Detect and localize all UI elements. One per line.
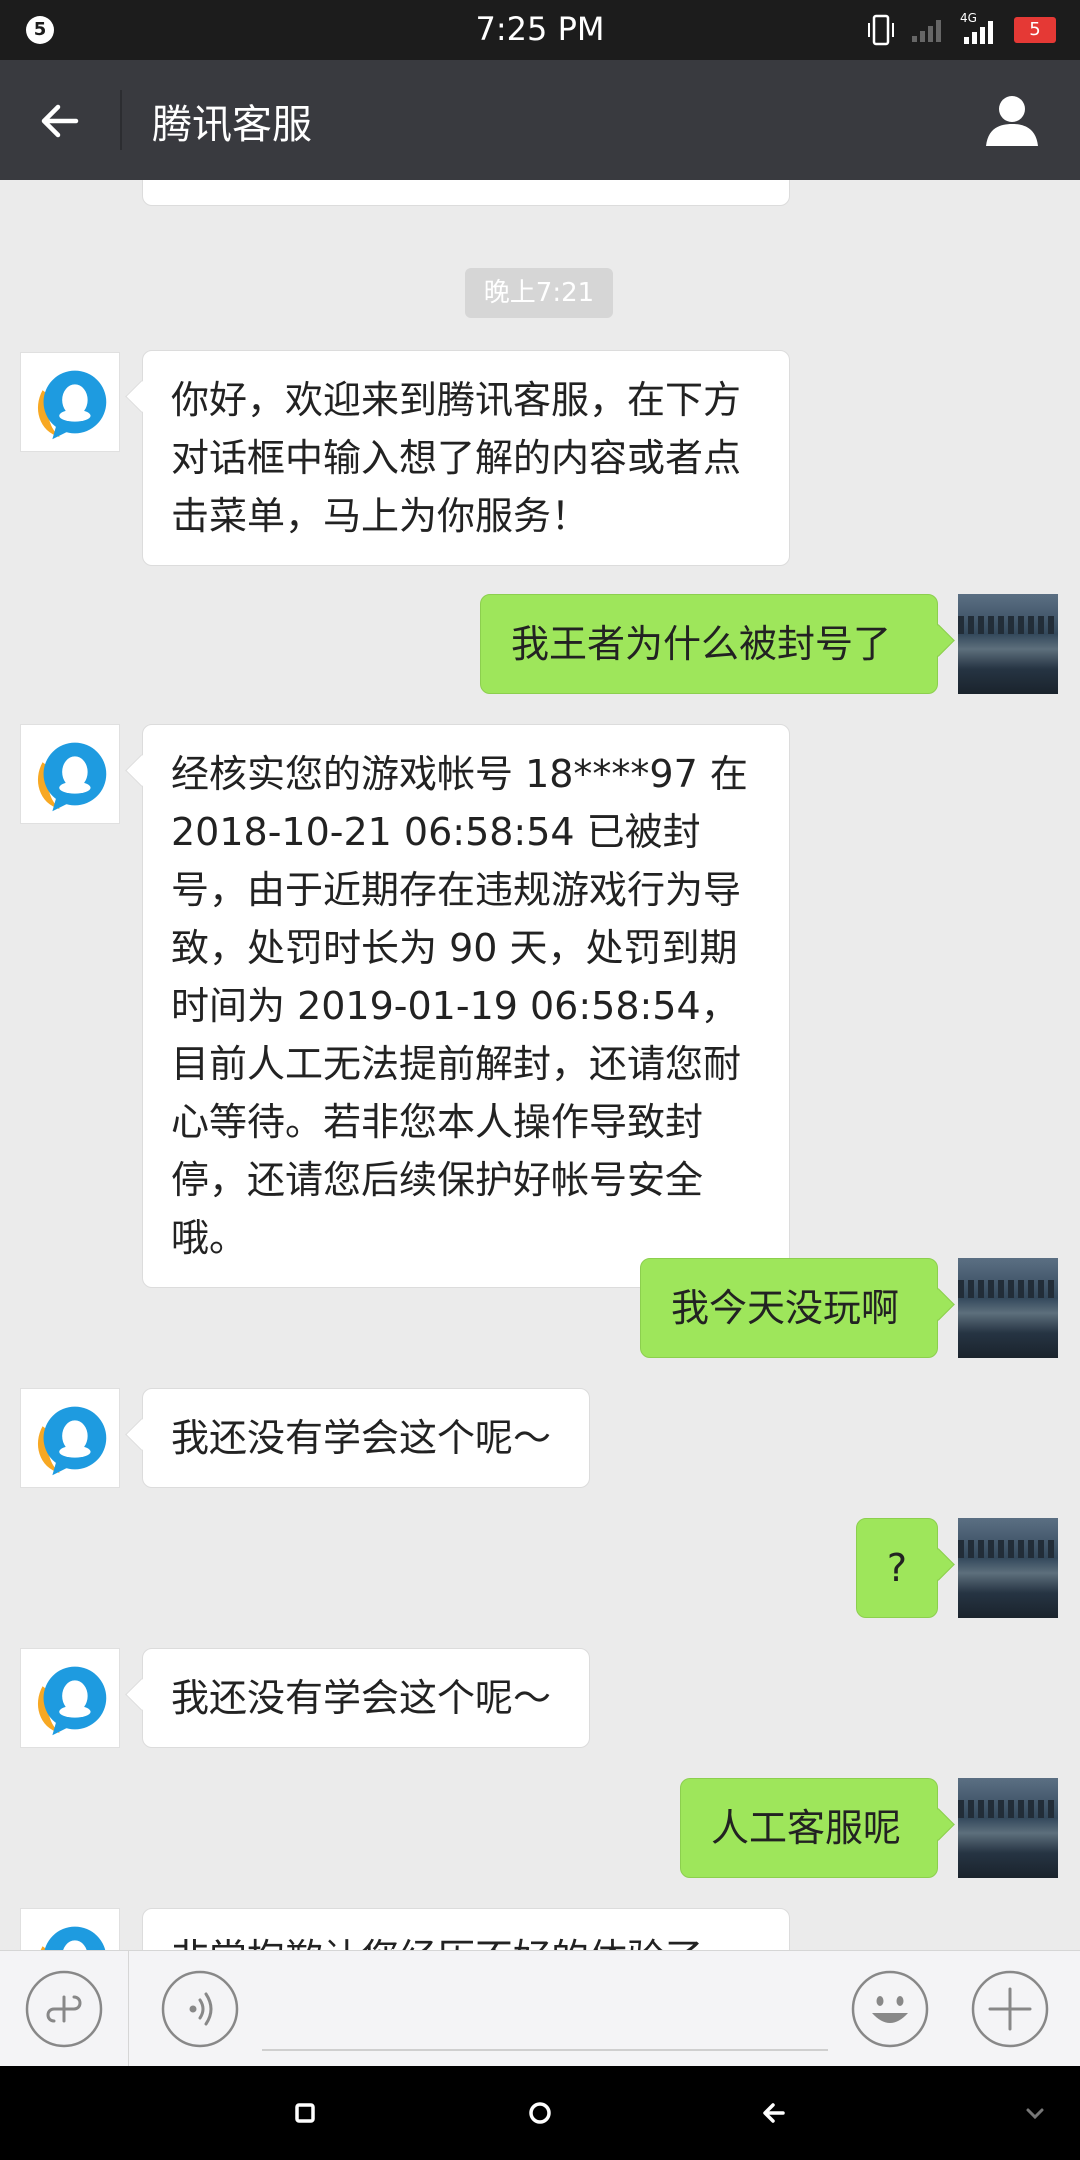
service-message-bubble[interactable]: 非常抱歉让您经历不好的体验了 — [142, 1908, 790, 1950]
service-avatar[interactable] — [20, 352, 120, 452]
status-bar: 5 7:25 PM 4G 5 — [0, 0, 1080, 60]
chat-header: 腾讯客服 — [0, 60, 1080, 180]
service-avatar[interactable] — [20, 724, 120, 824]
service-message-bubble[interactable]: 经核实您的游戏帐号 18****97 在 2018-10-21 06:58:54… — [142, 724, 790, 1288]
qq-logo-icon — [37, 1406, 107, 1476]
home-icon[interactable] — [515, 2088, 565, 2138]
service-avatar[interactable] — [20, 1908, 120, 1950]
qq-logo-icon — [37, 370, 107, 440]
signal-weak-icon — [912, 20, 941, 42]
system-navigation-bar — [0, 2066, 1080, 2160]
voice-icon[interactable] — [160, 1969, 240, 2049]
system-back-icon[interactable] — [750, 2088, 800, 2138]
message-input[interactable] — [262, 2049, 828, 2051]
my-message-bubble[interactable]: 我今天没玩啊 — [640, 1258, 938, 1358]
battery-indicator: 5 — [1014, 17, 1056, 43]
chat-input-bar — [0, 1950, 1080, 2066]
service-message-bubble[interactable]: 我还没有学会这个呢～ — [142, 1388, 590, 1488]
service-avatar[interactable] — [20, 1388, 120, 1488]
my-avatar[interactable] — [958, 594, 1058, 694]
qq-logo-icon — [40, 1926, 106, 1950]
input-divider — [128, 1951, 129, 2066]
my-message-bubble[interactable]: 我王者为什么被封号了 — [480, 594, 938, 694]
person-icon[interactable] — [984, 92, 1040, 148]
plus-icon[interactable] — [970, 1969, 1050, 2049]
signal-4g-icon: 4G — [960, 11, 1000, 45]
service-message-bubble[interactable]: 我还没有学会这个呢～ — [142, 1648, 590, 1748]
recent-apps-icon[interactable] — [280, 2088, 330, 2138]
my-avatar[interactable] — [958, 1778, 1058, 1878]
chat-title: 腾讯客服 — [152, 102, 312, 148]
emoji-icon[interactable] — [850, 1969, 930, 2049]
qq-logo-icon — [37, 1666, 107, 1736]
chat-message-list[interactable]: 晚上7:21 你好，欢迎来到腾讯客服，在下方对话框中输入想了解的内容或者点击菜单… — [0, 180, 1080, 1950]
back-arrow-icon[interactable] — [36, 96, 86, 146]
service-avatar[interactable] — [20, 1648, 120, 1748]
my-message-bubble[interactable]: 人工客服呢 — [680, 1778, 938, 1878]
chevron-down-icon[interactable] — [1010, 2088, 1060, 2138]
status-icons: 4G 5 — [866, 11, 1056, 46]
my-message-bubble[interactable]: ? — [856, 1518, 938, 1618]
my-avatar[interactable] — [958, 1258, 1058, 1358]
message-timestamp: 晚上7:21 — [465, 268, 613, 318]
previous-message-bubble — [142, 180, 790, 206]
my-avatar[interactable] — [958, 1518, 1058, 1618]
service-message-bubble[interactable]: 你好，欢迎来到腾讯客服，在下方对话框中输入想了解的内容或者点击菜单，马上为你服务… — [142, 350, 790, 566]
vibrate-icon — [868, 14, 894, 46]
header-divider — [120, 90, 122, 150]
qq-logo-icon — [37, 742, 107, 812]
mini-program-icon[interactable] — [24, 1969, 104, 2049]
